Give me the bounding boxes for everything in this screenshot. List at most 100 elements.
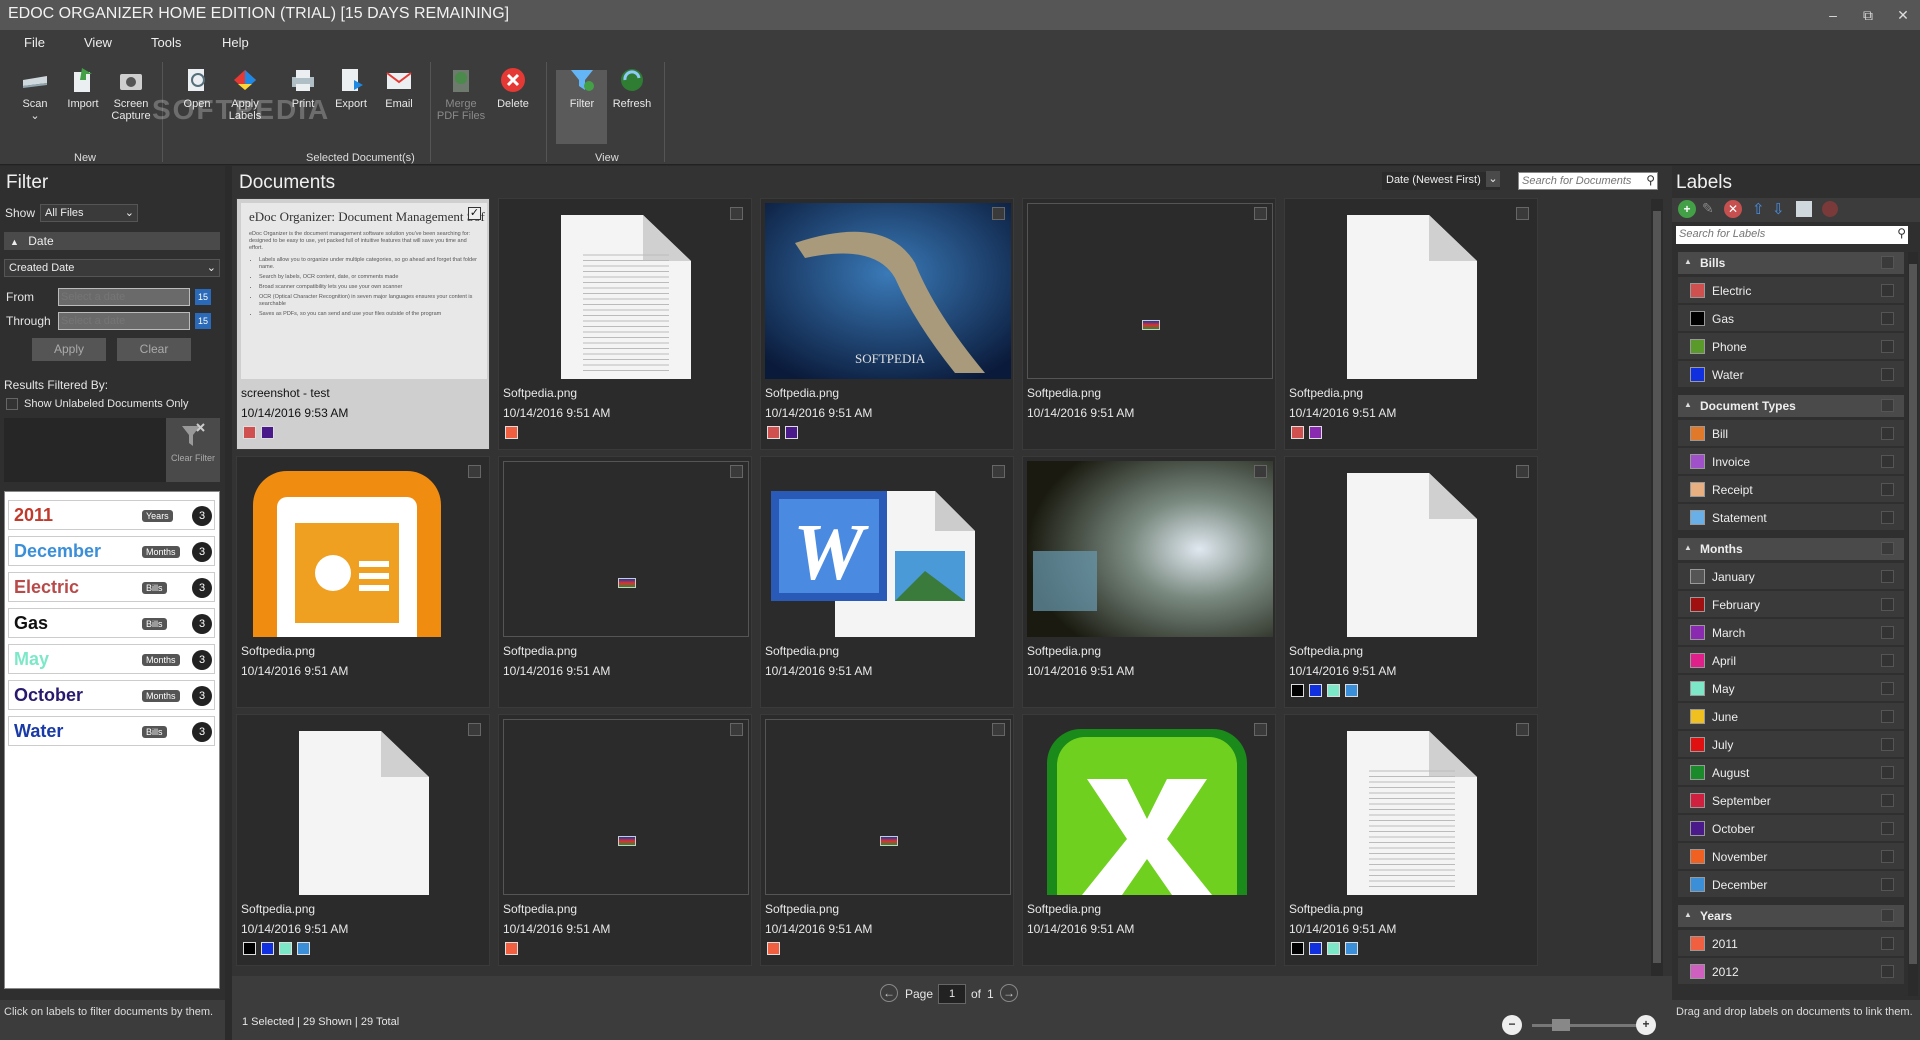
filter-chip[interactable]: Gas Bills 3 (8, 608, 215, 638)
label-checkbox[interactable] (1881, 937, 1894, 950)
document-tile[interactable]: SOFTPEDIA Softpedia.png 10/14/2016 9:51 AM (760, 198, 1014, 450)
select-checkbox[interactable] (730, 723, 743, 736)
label-row[interactable]: August (1678, 759, 1904, 785)
label-row[interactable]: February (1678, 591, 1904, 617)
block-icon[interactable] (1822, 201, 1838, 217)
document-scrollbar[interactable] (1651, 199, 1663, 989)
label-section-header[interactable]: ▲ Months (1678, 538, 1904, 560)
select-checkbox[interactable] (1516, 207, 1529, 220)
filter-chip[interactable]: Electric Bills 3 (8, 572, 215, 602)
label-row[interactable]: Bill (1678, 420, 1904, 446)
scan-button[interactable]: Scan ⌄ (10, 66, 60, 122)
label-section-header[interactable]: ▲ Bills (1678, 252, 1904, 274)
select-checkbox[interactable] (1516, 723, 1529, 736)
clear-filter-button[interactable]: Clear Filter (166, 418, 220, 482)
label-row[interactable]: 2012 (1678, 958, 1904, 984)
menu-view[interactable]: View (84, 35, 112, 50)
merge-pdf-button[interactable]: Merge PDF Files (436, 66, 486, 122)
label-row[interactable]: July (1678, 731, 1904, 757)
label-section-header[interactable]: ▲ Years (1678, 905, 1904, 927)
delete-label-icon[interactable]: ✕ (1724, 200, 1742, 218)
label-row[interactable]: Receipt (1678, 476, 1904, 502)
select-checkbox[interactable] (1254, 723, 1267, 736)
apply-button[interactable]: Apply (32, 338, 106, 361)
label-row[interactable]: December (1678, 871, 1904, 897)
label-search[interactable]: ⚲ (1676, 226, 1908, 244)
clear-button[interactable]: Clear (117, 338, 191, 361)
unlabeled-checkbox[interactable] (6, 398, 18, 410)
label-section-header[interactable]: ▲ Document Types (1678, 395, 1904, 417)
document-tile[interactable]: Softpedia.png 10/14/2016 9:51 AM (236, 456, 490, 708)
document-tile[interactable]: Softpedia.png 10/14/2016 9:51 AM (498, 714, 752, 966)
document-tile[interactable]: Softpedia.png 10/14/2016 9:51 AM (1284, 714, 1538, 966)
select-checkbox[interactable] (468, 723, 481, 736)
label-checkbox[interactable] (1881, 822, 1894, 835)
calendar-icon[interactable]: 15 (195, 313, 211, 329)
next-page-icon[interactable]: → (1000, 984, 1018, 1002)
sort-dropdown[interactable]: Date (Newest First) ⌄ (1382, 171, 1500, 190)
label-checkbox[interactable] (1881, 878, 1894, 891)
restore-button[interactable]: ⧉ (1857, 6, 1879, 24)
select-checkbox[interactable] (730, 465, 743, 478)
page-number-input[interactable]: 1 (938, 984, 966, 1004)
select-checkbox[interactable] (992, 207, 1005, 220)
document-search-input[interactable] (1519, 173, 1637, 189)
label-checkbox[interactable] (1881, 455, 1894, 468)
label-checkbox[interactable] (1881, 598, 1894, 611)
label-row[interactable]: Gas (1678, 305, 1904, 331)
document-tile[interactable]: Softpedia.png 10/14/2016 9:51 AM (760, 714, 1014, 966)
document-tile[interactable]: Softpedia.png 10/14/2016 9:51 AM (1022, 714, 1276, 966)
from-date-input[interactable] (58, 288, 190, 306)
document-tile[interactable]: Softpedia.png 10/14/2016 9:51 AM (498, 456, 752, 708)
select-checkbox[interactable] (1254, 465, 1267, 478)
search-icon[interactable]: ⚲ (1646, 173, 1655, 187)
select-checkbox[interactable] (730, 207, 743, 220)
label-row[interactable]: April (1678, 647, 1904, 673)
label-checkbox[interactable] (1881, 511, 1894, 524)
screen-capture-button[interactable]: Screen Capture (106, 66, 156, 122)
filter-button[interactable]: Filter (557, 66, 607, 110)
move-down-icon[interactable]: ⇩ (1772, 200, 1785, 218)
section-checkbox[interactable] (1881, 909, 1894, 922)
label-row[interactable]: 2011 (1678, 930, 1904, 956)
section-checkbox[interactable] (1881, 399, 1894, 412)
label-row[interactable]: Electric (1678, 277, 1904, 303)
section-checkbox[interactable] (1881, 256, 1894, 269)
document-tile[interactable]: Softpedia.png 10/14/2016 9:51 AM (236, 714, 490, 966)
label-checkbox[interactable] (1881, 340, 1894, 353)
label-checkbox[interactable] (1881, 626, 1894, 639)
filter-chip[interactable]: December Months 3 (8, 536, 215, 566)
select-checkbox[interactable]: ✓ (468, 207, 481, 220)
calendar-icon[interactable]: 15 (195, 289, 211, 305)
label-row[interactable]: September (1678, 787, 1904, 813)
refresh-button[interactable]: Refresh (607, 66, 657, 110)
labels-scrollbar[interactable] (1908, 252, 1918, 996)
menu-file[interactable]: File (24, 35, 45, 50)
delete-button[interactable]: Delete (488, 66, 538, 110)
document-tile[interactable]: Softpedia.png 10/14/2016 9:51 AM (1284, 198, 1538, 450)
label-checkbox[interactable] (1881, 738, 1894, 751)
menu-help[interactable]: Help (222, 35, 249, 50)
label-checkbox[interactable] (1881, 427, 1894, 440)
filter-chip[interactable]: 2011 Years 3 (8, 500, 215, 530)
document-tile[interactable]: W Softpedia.png 10/14/2016 9:51 AM (760, 456, 1014, 708)
document-search[interactable]: ⚲ (1518, 172, 1658, 190)
scrollbar-thumb[interactable] (1653, 211, 1661, 963)
label-checkbox[interactable] (1881, 965, 1894, 978)
edit-label-icon[interactable]: ✎ (1702, 200, 1714, 217)
label-checkbox[interactable] (1881, 483, 1894, 496)
label-row[interactable]: Statement (1678, 504, 1904, 530)
zoom-in-icon[interactable]: + (1636, 1015, 1656, 1035)
previous-page-icon[interactable]: ← (880, 984, 898, 1002)
label-row[interactable]: June (1678, 703, 1904, 729)
date-field-dropdown[interactable]: Created Date ⌄ (4, 259, 220, 277)
filter-chip[interactable]: May Months 3 (8, 644, 215, 674)
document-tile[interactable]: Softpedia.png 10/14/2016 9:51 AM (498, 198, 752, 450)
email-button[interactable]: Email (374, 66, 424, 110)
add-label-icon[interactable]: + (1678, 200, 1696, 218)
label-row[interactable]: October (1678, 815, 1904, 841)
scrollbar-thumb[interactable] (1909, 264, 1917, 964)
label-checkbox[interactable] (1881, 766, 1894, 779)
zoom-slider-thumb[interactable] (1552, 1019, 1570, 1031)
filter-chip[interactable]: Water Bills 3 (8, 716, 215, 746)
